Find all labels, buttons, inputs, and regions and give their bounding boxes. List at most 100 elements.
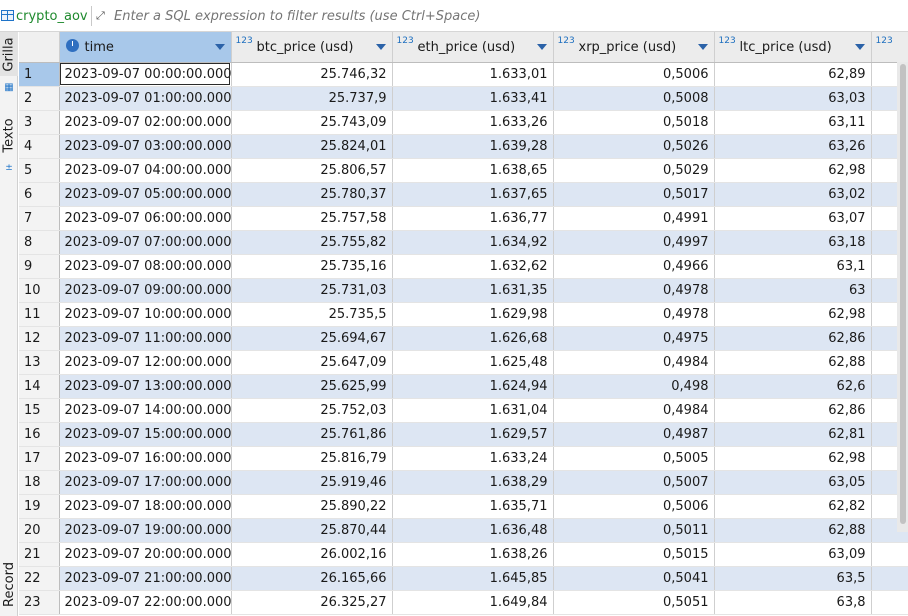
table-row[interactable]: 21 2023-09-07 20:00:00.000 26.002,16 1.638,… xyxy=(19,542,908,567)
table-row[interactable]: 22 2023-09-07 21:00:00.000 26.165,66 1.645,… xyxy=(19,566,908,591)
column-header-time[interactable]: time xyxy=(59,32,232,63)
row-number[interactable]: 21 xyxy=(19,542,60,567)
cell-eth-price[interactable]: 1.638,29 xyxy=(392,470,554,495)
cell-eth-price[interactable]: 1.637,65 xyxy=(392,182,554,207)
cell-eth-price[interactable]: 1.629,98 xyxy=(392,302,554,327)
expand-filter-icon[interactable]: ⤢ xyxy=(96,9,110,23)
row-number[interactable]: 23 xyxy=(19,590,60,615)
cell-ltc-price[interactable]: 63,1 xyxy=(714,254,872,279)
table-row[interactable]: 13 2023-09-07 12:00:00.000 25.647,09 1.625,… xyxy=(19,350,908,375)
cell-time[interactable]: 2023-09-07 09:00:00.000 xyxy=(59,278,232,303)
cell-ltc-price[interactable]: 63,5 xyxy=(714,566,872,591)
row-number[interactable]: 2 xyxy=(19,86,60,111)
cell-btc-price[interactable]: 25.816,79 xyxy=(231,446,393,471)
cell-btc-price[interactable]: 25.737,9 xyxy=(231,86,393,111)
row-number[interactable]: 4 xyxy=(19,134,60,159)
row-number[interactable]: 20 xyxy=(19,518,60,543)
cell-eth-price[interactable]: 1.636,48 xyxy=(392,518,554,543)
cell-xrp-price[interactable]: 0,4984 xyxy=(553,350,715,375)
cell-xrp-price[interactable]: 0,5017 xyxy=(553,182,715,207)
cell-eth-price[interactable]: 1.631,35 xyxy=(392,278,554,303)
cell-eth-price[interactable]: 1.649,84 xyxy=(392,590,554,615)
table-row[interactable]: 7 2023-09-07 06:00:00.000 25.757,58 1.636,7… xyxy=(19,206,908,231)
cell-next[interactable] xyxy=(871,590,908,615)
cell-eth-price[interactable]: 1.645,85 xyxy=(392,566,554,591)
cell-time[interactable]: 2023-09-07 22:00:00.000 xyxy=(59,590,232,615)
cell-time[interactable]: 2023-09-07 04:00:00.000 xyxy=(59,158,232,183)
cell-time[interactable]: 2023-09-07 07:00:00.000 xyxy=(59,230,232,255)
cell-eth-price[interactable]: 1.624,94 xyxy=(392,374,554,399)
chevron-down-icon[interactable] xyxy=(214,44,225,50)
cell-btc-price[interactable]: 25.824,01 xyxy=(231,134,393,159)
cell-time[interactable]: 2023-09-07 02:00:00.000 xyxy=(59,110,232,135)
cell-xrp-price[interactable]: 0,5029 xyxy=(553,158,715,183)
cell-time[interactable]: 2023-09-07 18:00:00.000 xyxy=(59,494,232,519)
chevron-down-icon[interactable] xyxy=(536,44,547,50)
cell-next[interactable] xyxy=(871,542,908,567)
row-number[interactable]: 6 xyxy=(19,182,60,207)
cell-ltc-price[interactable]: 62,89 xyxy=(714,62,872,87)
cell-ltc-price[interactable]: 62,98 xyxy=(714,446,872,471)
cell-time[interactable]: 2023-09-07 01:00:00.000 xyxy=(59,86,232,111)
row-number[interactable]: 9 xyxy=(19,254,60,279)
cell-time[interactable]: 2023-09-07 06:00:00.000 xyxy=(59,206,232,231)
cell-xrp-price[interactable]: 0,5051 xyxy=(553,590,715,615)
result-tab-name[interactable]: crypto_aov xyxy=(16,9,88,24)
cell-btc-price[interactable]: 25.919,46 xyxy=(231,470,393,495)
column-header-btc-price[interactable]: 123 btc_price (usd) xyxy=(231,32,393,63)
cell-xrp-price[interactable]: 0,5026 xyxy=(553,134,715,159)
cell-eth-price[interactable]: 1.634,92 xyxy=(392,230,554,255)
cell-eth-price[interactable]: 1.625,48 xyxy=(392,350,554,375)
cell-eth-price[interactable]: 1.632,62 xyxy=(392,254,554,279)
cell-time[interactable]: 2023-09-07 00:00:00.000 xyxy=(59,62,232,87)
cell-time[interactable]: 2023-09-07 17:00:00.000 xyxy=(59,470,232,495)
table-row[interactable]: 3 2023-09-07 02:00:00.000 25.743,09 1.633,2… xyxy=(19,110,908,135)
row-number[interactable]: 13 xyxy=(19,350,60,375)
cell-xrp-price[interactable]: 0,498 xyxy=(553,374,715,399)
sql-filter-input[interactable] xyxy=(114,6,904,26)
table-row[interactable]: 2 2023-09-07 01:00:00.000 25.737,9 1.633,41… xyxy=(19,86,908,111)
cell-btc-price[interactable]: 25.757,58 xyxy=(231,206,393,231)
cell-ltc-price[interactable]: 62,86 xyxy=(714,398,872,423)
cell-ltc-price[interactable]: 62,98 xyxy=(714,158,872,183)
cell-eth-price[interactable]: 1.633,26 xyxy=(392,110,554,135)
table-row[interactable]: 6 2023-09-07 05:00:00.000 25.780,37 1.637,6… xyxy=(19,182,908,207)
table-row[interactable]: 14 2023-09-07 13:00:00.000 25.625,99 1.624,… xyxy=(19,374,908,399)
cell-btc-price[interactable]: 26.002,16 xyxy=(231,542,393,567)
cell-xrp-price[interactable]: 0,5005 xyxy=(553,446,715,471)
table-row[interactable]: 5 2023-09-07 04:00:00.000 25.806,57 1.638,6… xyxy=(19,158,908,183)
cell-btc-price[interactable]: 25.755,82 xyxy=(231,230,393,255)
cell-xrp-price[interactable]: 0,4978 xyxy=(553,278,715,303)
cell-time[interactable]: 2023-09-07 08:00:00.000 xyxy=(59,254,232,279)
cell-btc-price[interactable]: 25.746,32 xyxy=(231,62,393,87)
cell-btc-price[interactable]: 25.735,5 xyxy=(231,302,393,327)
cell-xrp-price[interactable]: 0,4975 xyxy=(553,326,715,351)
row-number[interactable]: 7 xyxy=(19,206,60,231)
cell-ltc-price[interactable]: 63,8 xyxy=(714,590,872,615)
chevron-down-icon[interactable] xyxy=(854,44,865,50)
cell-ltc-price[interactable]: 62,81 xyxy=(714,422,872,447)
cell-time[interactable]: 2023-09-07 15:00:00.000 xyxy=(59,422,232,447)
table-row[interactable]: 18 2023-09-07 17:00:00.000 25.919,46 1.638,… xyxy=(19,470,908,495)
cell-btc-price[interactable]: 25.743,09 xyxy=(231,110,393,135)
cell-btc-price[interactable]: 25.890,22 xyxy=(231,494,393,519)
cell-btc-price[interactable]: 26.165,66 xyxy=(231,566,393,591)
cell-eth-price[interactable]: 1.633,01 xyxy=(392,62,554,87)
cell-xrp-price[interactable]: 0,4997 xyxy=(553,230,715,255)
cell-btc-price[interactable]: 25.731,03 xyxy=(231,278,393,303)
row-number[interactable]: 16 xyxy=(19,422,60,447)
cell-ltc-price[interactable]: 62,98 xyxy=(714,302,872,327)
cell-time[interactable]: 2023-09-07 21:00:00.000 xyxy=(59,566,232,591)
row-number[interactable]: 11 xyxy=(19,302,60,327)
cell-xrp-price[interactable]: 0,4991 xyxy=(553,206,715,231)
table-row[interactable]: 19 2023-09-07 18:00:00.000 25.890,22 1.635,… xyxy=(19,494,908,519)
cell-xrp-price[interactable]: 0,5008 xyxy=(553,86,715,111)
chevron-down-icon[interactable] xyxy=(697,44,708,50)
row-number[interactable]: 15 xyxy=(19,398,60,423)
cell-xrp-price[interactable]: 0,4987 xyxy=(553,422,715,447)
cell-btc-price[interactable]: 25.780,37 xyxy=(231,182,393,207)
cell-ltc-price[interactable]: 63,03 xyxy=(714,86,872,111)
row-number[interactable]: 17 xyxy=(19,446,60,471)
cell-xrp-price[interactable]: 0,5007 xyxy=(553,470,715,495)
cell-btc-price[interactable]: 25.735,16 xyxy=(231,254,393,279)
